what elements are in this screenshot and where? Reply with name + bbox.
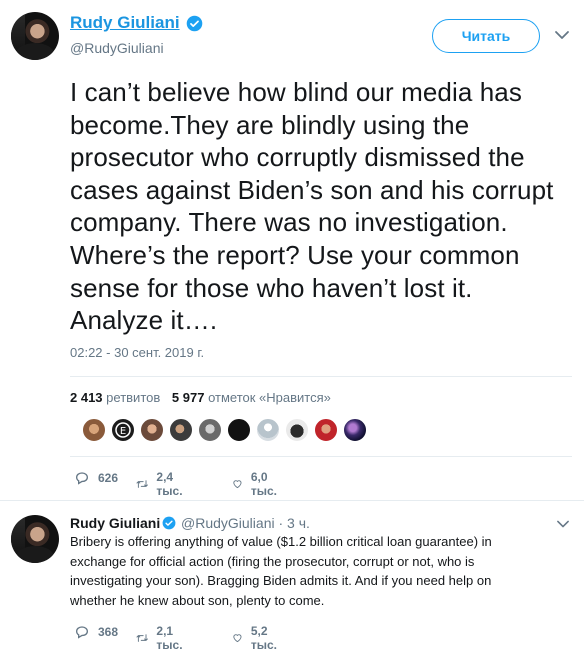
- avatar[interactable]: [11, 515, 59, 563]
- liker-avatar[interactable]: [169, 418, 193, 442]
- reply-author-name[interactable]: Rudy Giuliani: [70, 515, 160, 531]
- chevron-down-icon[interactable]: [556, 518, 570, 530]
- reply-text-line: exchange for official action (firing the…: [70, 553, 475, 569]
- heart-icon: [233, 634, 242, 643]
- reply-icon: [75, 472, 89, 485]
- main-tweet: Rudy Giuliani @RudyGiuliani Читать I can…: [0, 0, 584, 500]
- tweet-text-line: Analyze it….: [70, 305, 218, 336]
- likes-count[interactable]: 5 977: [172, 390, 205, 405]
- verified-badge-icon: [186, 15, 203, 32]
- likes-label[interactable]: отметок «Нравится»: [208, 390, 331, 405]
- reply-text-line: investigating your son). Bragging Biden …: [70, 573, 492, 588]
- retweet-icon: [136, 634, 148, 642]
- tweet-text-line: Where’s the report? Use your common: [70, 239, 520, 270]
- liker-avatar[interactable]: [285, 418, 309, 442]
- tweet-text-line: sense for those who haven’t lost it.: [70, 272, 473, 303]
- reply-icon: [75, 626, 89, 639]
- liker-avatar[interactable]: [198, 418, 222, 442]
- reply-button[interactable]: 368: [74, 624, 118, 640]
- tweet-text-line: prosecutor who corruptly dismissed the: [70, 142, 525, 173]
- like-count: 5,2 тыс.: [250, 624, 277, 650]
- svg-text:E: E: [120, 426, 126, 437]
- tweet-text-line: become.They are blindly using the: [70, 109, 470, 140]
- reply-text-line: Bribery is offering anything of value ($…: [70, 534, 492, 549]
- liker-avatar[interactable]: [82, 418, 106, 442]
- divider: [70, 376, 572, 377]
- liker-avatar[interactable]: E: [111, 418, 135, 442]
- liker-avatar[interactable]: [140, 418, 164, 442]
- follow-button[interactable]: Читать: [432, 19, 540, 53]
- tweet-stats: 2 413 ретвитов 5 977 отметок «Нравится»: [70, 390, 331, 405]
- reply-text-line: whether he knew about son, plenty to com…: [70, 592, 325, 608]
- reply-text: Bribery is offering anything of value ($…: [70, 532, 575, 610]
- like-button[interactable]: 6,0 тыс.: [232, 470, 282, 498]
- reply-button[interactable]: 626: [74, 470, 118, 486]
- divider: [0, 500, 584, 501]
- verified-badge-icon: [162, 516, 176, 530]
- retweet-button[interactable]: 2,4 тыс.: [136, 470, 188, 498]
- like-button[interactable]: 5,2 тыс.: [232, 624, 282, 650]
- retweet-button[interactable]: 2,1 тыс.: [136, 624, 188, 650]
- retweet-count: 2,4 тыс.: [156, 470, 183, 498]
- retweet-count: 2,1 тыс.: [156, 624, 183, 650]
- liker-avatar[interactable]: [256, 418, 280, 442]
- tweet-text: I can’t believe how blind our media has …: [70, 76, 575, 337]
- reply-count: 368: [98, 625, 119, 639]
- retweets-label[interactable]: ретвитов: [106, 390, 160, 405]
- retweet-icon: [136, 480, 148, 488]
- reply-count: 626: [98, 471, 119, 485]
- liker-avatar[interactable]: [314, 418, 338, 442]
- tweet-text-line: I can’t believe how blind our media has: [70, 77, 522, 107]
- author-handle[interactable]: @RudyGiuliani: [70, 40, 164, 56]
- divider: [70, 456, 572, 457]
- reply-handle-time[interactable]: @RudyGiuliani · 3 ч.: [181, 515, 310, 531]
- liker-avatar[interactable]: [343, 418, 367, 442]
- liker-avatar[interactable]: [227, 418, 251, 442]
- retweets-count[interactable]: 2 413: [70, 390, 103, 405]
- heart-icon: [233, 480, 242, 489]
- tweet-text-line: cases against Biden’s son and his corrup…: [70, 174, 554, 205]
- like-count: 6,0 тыс.: [250, 470, 277, 498]
- author-name-link[interactable]: Rudy Giuliani: [70, 13, 180, 33]
- avatar[interactable]: [11, 12, 59, 60]
- tweet-timestamp[interactable]: 02:22 - 30 сент. 2019 г.: [70, 345, 204, 360]
- tweet-text-line: company. There was no investigation.: [70, 207, 508, 238]
- chevron-down-icon[interactable]: [554, 28, 570, 42]
